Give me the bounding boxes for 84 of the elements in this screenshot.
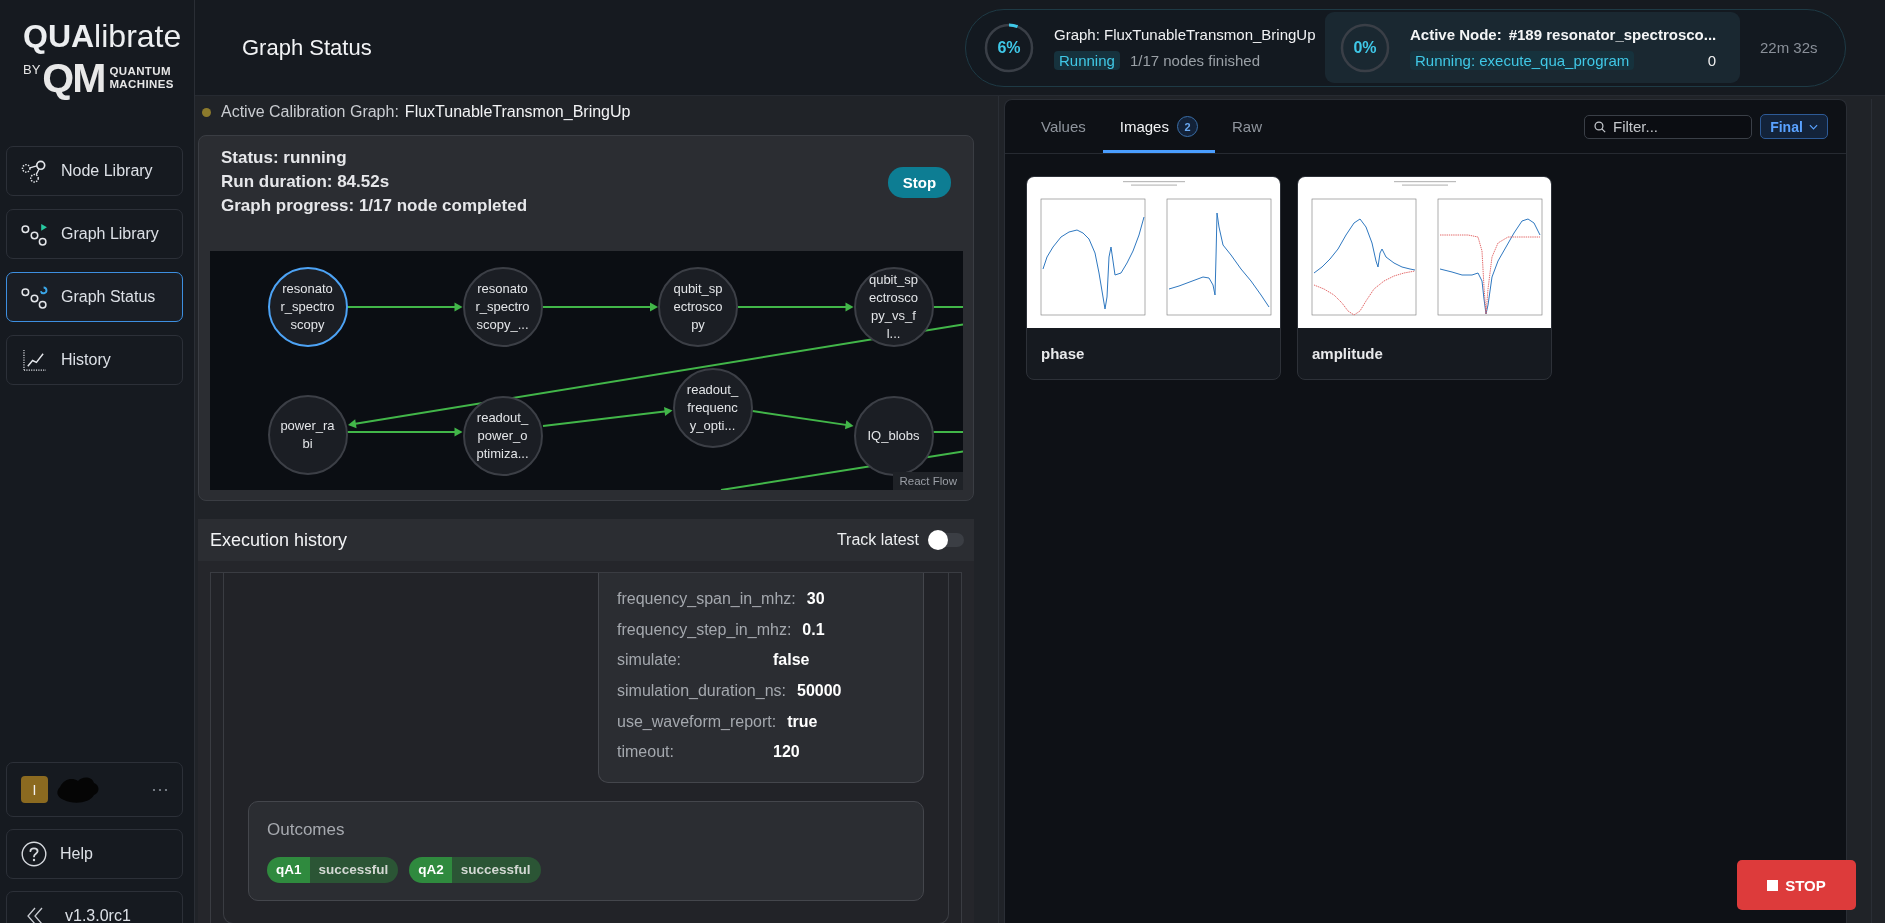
image-card[interactable]: phase [1026, 176, 1281, 380]
parameter-name: use_waveform_report: [617, 712, 777, 731]
node-graph-icon [21, 159, 48, 183]
parameter-value: 0.1 [802, 620, 825, 639]
status-line: Graph progress: 1/17 node completed [221, 195, 528, 217]
collapse-sidebar-button[interactable]: v1.3.0rc1 [6, 891, 183, 923]
graph-node[interactable]: readout_power_optimiza... [462, 396, 543, 476]
graph-node[interactable]: resonator_spectroscopy [267, 267, 348, 347]
parameter-value: true [787, 712, 818, 731]
qubit-name: qA1 [267, 856, 310, 883]
nav-item[interactable]: Node Library [6, 146, 183, 196]
image-card[interactable]: amplitude [1297, 176, 1552, 380]
help-icon [21, 841, 47, 867]
user-menu[interactable]: I [6, 762, 183, 817]
filter-field[interactable]: Filter... [1584, 114, 1752, 139]
more-icon[interactable] [152, 787, 168, 792]
logo-wordmark: QUAlibrate [23, 18, 183, 54]
graph-play-icon [21, 222, 48, 246]
nodes-finished-count: 1/17 nodes finished [1129, 51, 1260, 69]
logo-mark: QM [42, 58, 105, 98]
logo-byline: BY [23, 62, 41, 77]
graph-node[interactable]: qubit_spectroscopy_vs_fl... [853, 267, 934, 347]
node-counter: 0 [1707, 51, 1716, 69]
parameter-name: simulate: [617, 651, 683, 670]
search-icon [1594, 120, 1606, 133]
progress-percent: 0% [1353, 38, 1377, 57]
parameter-name: simulation_duration_ns: [617, 682, 786, 701]
status-line: Run duration: 84.52s [221, 171, 391, 193]
parameter-value: 50000 [797, 682, 842, 701]
section-title: Execution history [210, 529, 348, 551]
tab[interactable]: Raw [1214, 100, 1279, 153]
qubit-name: qA2 [409, 856, 452, 883]
graph-node[interactable]: resonator_spectroscopy_... [462, 267, 543, 347]
graph-name: FluxTunableTransmon_BringUp [404, 103, 631, 121]
graph-node[interactable]: readout_frequency_opti... [672, 367, 753, 448]
logo-company-name: MACHINES [109, 78, 174, 91]
toggle-label: Track latest [836, 531, 919, 549]
stop-icon [1767, 879, 1779, 891]
parameter-name: frequency_step_in_mhz: [617, 620, 792, 639]
attribution-label[interactable]: React Flow [893, 472, 963, 490]
graph-node[interactable]: power_rabi [267, 394, 348, 475]
nav-item[interactable]: Graph Status [6, 272, 183, 322]
graph-canvas[interactable]: resonator_spectroscopy resonator_spectroscopy_... qubit_spectroscopy qubit_spectroscopy_vs_fl... power_rabi readout_power_optimiza... readout_frequency_opti... IQ_blobs React Flow [210, 251, 963, 490]
outcomes-title: Outcomes [267, 818, 346, 841]
parameter-value: 120 [773, 743, 800, 762]
stop-button[interactable]: Stop [888, 166, 951, 198]
elapsed-time: 22m 32s [1760, 39, 1818, 56]
parameter-value: false [773, 651, 810, 670]
nav-item[interactable]: History [6, 335, 183, 385]
stage-dropdown[interactable]: Final [1760, 114, 1828, 139]
graph-progress-icon [21, 285, 48, 309]
stop-all-button[interactable]: STOP [1737, 860, 1856, 910]
chevron-down-icon [1808, 123, 1818, 130]
help-button[interactable]: Help [6, 829, 183, 879]
status-badge: Running: execute_qua_program [1410, 50, 1635, 70]
edge-line [932, 306, 963, 308]
edge-line [932, 431, 963, 433]
outcome-status: successful [451, 856, 541, 883]
logo-company-name: QUANTUM [109, 65, 172, 78]
graph-name: Graph: FluxTunableTransmon_BringUp [1054, 25, 1317, 43]
tab[interactable]: Images 2 [1102, 100, 1215, 153]
tab[interactable]: Values [1024, 100, 1103, 153]
image-title: phase [1040, 344, 1086, 364]
count-badge: 2 [1176, 116, 1198, 137]
active-node-label: Active Node: [1410, 25, 1502, 43]
user-initial: I [21, 776, 48, 803]
graph-node[interactable]: qubit_spectroscopy [658, 267, 738, 347]
outcome-status: successful [309, 856, 399, 883]
image-title: amplitude [1311, 344, 1384, 364]
line-chart-icon [21, 348, 48, 372]
graph-node[interactable]: IQ_blobs [853, 396, 934, 476]
double-chevron-left-icon [26, 907, 44, 923]
progress-percent: 6% [997, 38, 1021, 57]
parameter-name: timeout: [617, 743, 675, 762]
toggle-switch[interactable] [928, 530, 964, 550]
parameter-value: 30 [806, 590, 825, 609]
graph-label: Active Calibration Graph: [221, 103, 399, 121]
status-badge: Running [1054, 50, 1120, 70]
page-title: Graph Status [242, 34, 372, 61]
active-node-name: #189 resonator_spectrosco... [1508, 25, 1717, 43]
status-dot-icon [202, 107, 211, 117]
status-line: Status: running [221, 147, 348, 169]
parameter-name: frequency_span_in_mhz: [617, 590, 796, 609]
nav-item[interactable]: Graph Library [6, 209, 183, 259]
